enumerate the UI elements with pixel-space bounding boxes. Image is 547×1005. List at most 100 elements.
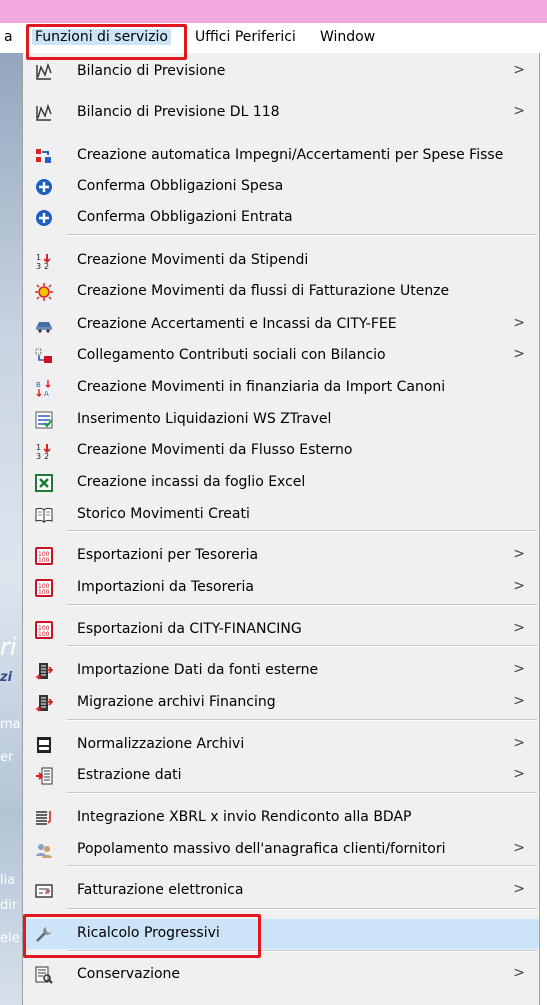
list-check-icon (35, 411, 53, 429)
menu-partial-left[interactable]: a (4, 29, 13, 45)
extract-icon (35, 767, 53, 785)
menu-item-creazione-movimenti-da-stipendi[interactable]: 1 3 2 Creazione Movimenti da Stipendi (23, 246, 539, 276)
menu-item-label: Inserimento Liquidazioni WS ZTravel (77, 411, 332, 427)
menu-item-bilancio-di-previsione[interactable]: Bilancio di Previsione > (23, 57, 539, 87)
plus-circle-icon (35, 209, 53, 227)
background-window: ri zi ma er lia dir ele (0, 53, 22, 1005)
menu-item-label: Esportazioni da CITY-FINANCING (77, 621, 302, 637)
import-list-icon (35, 694, 53, 712)
grid-arrow-icon (35, 147, 53, 165)
menu-item-migrazione-archivi-financing[interactable]: Migrazione archivi Financing > (23, 688, 539, 718)
menu-item-popolamento-massivo-dell-anagrafica-clienti-fornitori[interactable]: Popolamento massivo dell'anagrafica clie… (23, 835, 539, 865)
plus-circle-icon (35, 178, 53, 196)
menu-item-label: Creazione Movimenti da Stipendi (77, 252, 309, 268)
menu-item-label: Bilancio di Previsione DL 118 (77, 104, 280, 120)
menu-item-esportazioni-per-tesoreria[interactable]: 100 100 Esportazioni per Tesoreria > (23, 541, 539, 571)
background-text: lia (0, 873, 16, 888)
submenu-arrow-icon: > (513, 578, 525, 594)
menu-item-label: Esportazioni per Tesoreria (77, 547, 259, 563)
menu-separator-highlight (67, 909, 537, 910)
chart-icon (35, 63, 53, 81)
menu-item-creazione-movimenti-in-finanziaria-da-import-canoni[interactable]: B A Creazione Movimenti in finanziaria da … (23, 373, 539, 403)
document-lines-icon (35, 809, 53, 827)
submenu-arrow-icon: > (513, 546, 525, 562)
menu-bar: a Funzioni di servizio Uffici Periferici… (0, 23, 547, 53)
sort-numbers-icon: 132 (35, 252, 53, 270)
sort-numbers-icon: 132 (35, 442, 53, 460)
menu-item-importazione-dati-da-fonti-esterne[interactable]: Importazione Dati da fonti esterne > (23, 656, 539, 686)
menu-funzioni-di-servizio[interactable]: Funzioni di servizio (32, 29, 171, 45)
menu-item-collegamento-contributi-sociali-con-bilancio[interactable]: Collegamento Contributi sociali con Bila… (23, 341, 539, 371)
funzioni-dropdown-menu: Bilancio di Previsione > Bilancio di Previ… (22, 53, 540, 1005)
menu-item-integrazione-xbrl-x-invio-rendiconto-alla-bdap[interactable]: Integrazione XBRL x invio Rendiconto all… (23, 803, 539, 833)
menu-item-creazione-incassi-da-foglio-excel[interactable]: Creazione incassi da foglio Excel (23, 468, 539, 498)
menu-item-esportazioni-da-city-financing[interactable]: 100 100 Esportazioni da CITY-FINANCING > (23, 615, 539, 645)
menu-separator-highlight (67, 793, 537, 794)
menu-item-label: Creazione Movimenti in finanziaria da Im… (77, 379, 446, 395)
background-text: ele (0, 931, 20, 946)
menu-separator-highlight (67, 646, 537, 647)
menu-item-label: Creazione Accertamenti e Incassi da CITY… (77, 316, 397, 332)
submenu-arrow-icon: > (513, 735, 525, 751)
submenu-arrow-icon: > (513, 315, 525, 331)
menu-item-creazione-movimenti-da-flusso-esterno[interactable]: 1 3 2 Creazione Movimenti da Flusso Esterno (23, 436, 539, 466)
background-text: er (0, 750, 14, 765)
submenu-arrow-icon: > (513, 346, 525, 362)
book-icon (35, 506, 53, 524)
menu-item-estrazione-dati[interactable]: Estrazione dati > (23, 761, 539, 791)
menu-item-bilancio-di-previsione-dl-118[interactable]: Bilancio di Previsione DL 118 > (23, 98, 539, 128)
submenu-arrow-icon: > (513, 840, 525, 856)
background-text: zi (0, 670, 13, 685)
car-icon (35, 316, 53, 334)
menu-item-fatturazione-elettronica[interactable]: Fatturazione elettronica > (23, 876, 539, 906)
menu-item-label: Bilancio di Previsione (77, 63, 226, 79)
menu-item-label: Estrazione dati (77, 767, 182, 783)
menu-window[interactable]: Window (320, 29, 375, 45)
menu-separator-highlight (67, 720, 537, 721)
menu-item-storico-movimenti-creati[interactable]: Storico Movimenti Creati (23, 500, 539, 530)
menu-item-conferma-obbligazioni-entrata[interactable]: Conferma Obbligazioni Entrata (23, 203, 539, 233)
archive-search-icon (35, 966, 53, 984)
menu-item-label: Conferma Obbligazioni Spesa (77, 178, 284, 194)
background-text: ri (0, 633, 17, 661)
menu-item-label: Creazione automatica Impegni/Accertament… (77, 147, 504, 163)
svg-text:3: 3 (36, 452, 41, 460)
menu-item-creazione-accertamenti-e-incassi-da-city-fee[interactable]: Creazione Accertamenti e Incassi da CITY… (23, 310, 539, 340)
menu-item-conferma-obbligazioni-spesa[interactable]: Conferma Obbligazioni Spesa (23, 172, 539, 202)
background-text: ma (0, 717, 21, 732)
svg-text:2: 2 (44, 262, 49, 270)
menu-item-inserimento-liquidazioni-ws-ztravel[interactable]: Inserimento Liquidazioni WS ZTravel (23, 405, 539, 435)
menu-separator-highlight (67, 866, 537, 867)
import-list-icon (35, 662, 53, 680)
svg-text:3: 3 (36, 262, 41, 270)
submenu-arrow-icon: > (513, 881, 525, 897)
menu-item-label: Ricalcolo Progressivi (77, 925, 220, 941)
svg-text:A: A (44, 390, 49, 397)
menu-item-creazione-movimenti-da-flussi-di-fatturazione-utenze[interactable]: Creazione Movimenti da flussi di Fattura… (23, 277, 539, 307)
menu-item-label: Importazione Dati da fonti esterne (77, 662, 319, 678)
svg-text:100: 100 (38, 589, 50, 596)
svg-text:2: 2 (44, 452, 49, 460)
sort-az-icon: BA (35, 379, 53, 397)
menu-item-conservazione[interactable]: Conservazione > (23, 960, 539, 990)
menu-item-normalizzazione-archivi[interactable]: Normalizzazione Archivi > (23, 730, 539, 760)
menu-item-label: Popolamento massivo dell'anagrafica clie… (77, 841, 446, 857)
menu-separator-highlight (67, 605, 537, 606)
numbers-box-icon: 100 100 (35, 579, 53, 597)
submenu-arrow-icon: > (513, 965, 525, 981)
menu-item-importazioni-da-tesoreria[interactable]: 100 100 Importazioni da Tesoreria > (23, 573, 539, 603)
menu-uffici-periferici[interactable]: Uffici Periferici (195, 29, 296, 45)
chart-icon (35, 104, 53, 122)
numbers-box-icon: 100 100 (35, 547, 53, 565)
menu-item-label: Conservazione (77, 966, 181, 982)
submenu-arrow-icon: > (513, 661, 525, 677)
menu-separator-highlight (67, 235, 537, 236)
submenu-arrow-icon: > (513, 620, 525, 636)
invoice-icon (35, 882, 53, 900)
numbers-box-icon: 100 100 (35, 621, 53, 639)
menu-item-ricalcolo-progressivi[interactable]: Ricalcolo Progressivi (23, 919, 539, 949)
menu-item-creazione-automatica-impegni-accertamenti-per-spese-fisse[interactable]: Creazione automatica Impegni/Accertament… (23, 141, 539, 171)
submenu-arrow-icon: > (513, 62, 525, 78)
svg-text:1: 1 (36, 443, 41, 452)
users-icon (35, 841, 53, 859)
